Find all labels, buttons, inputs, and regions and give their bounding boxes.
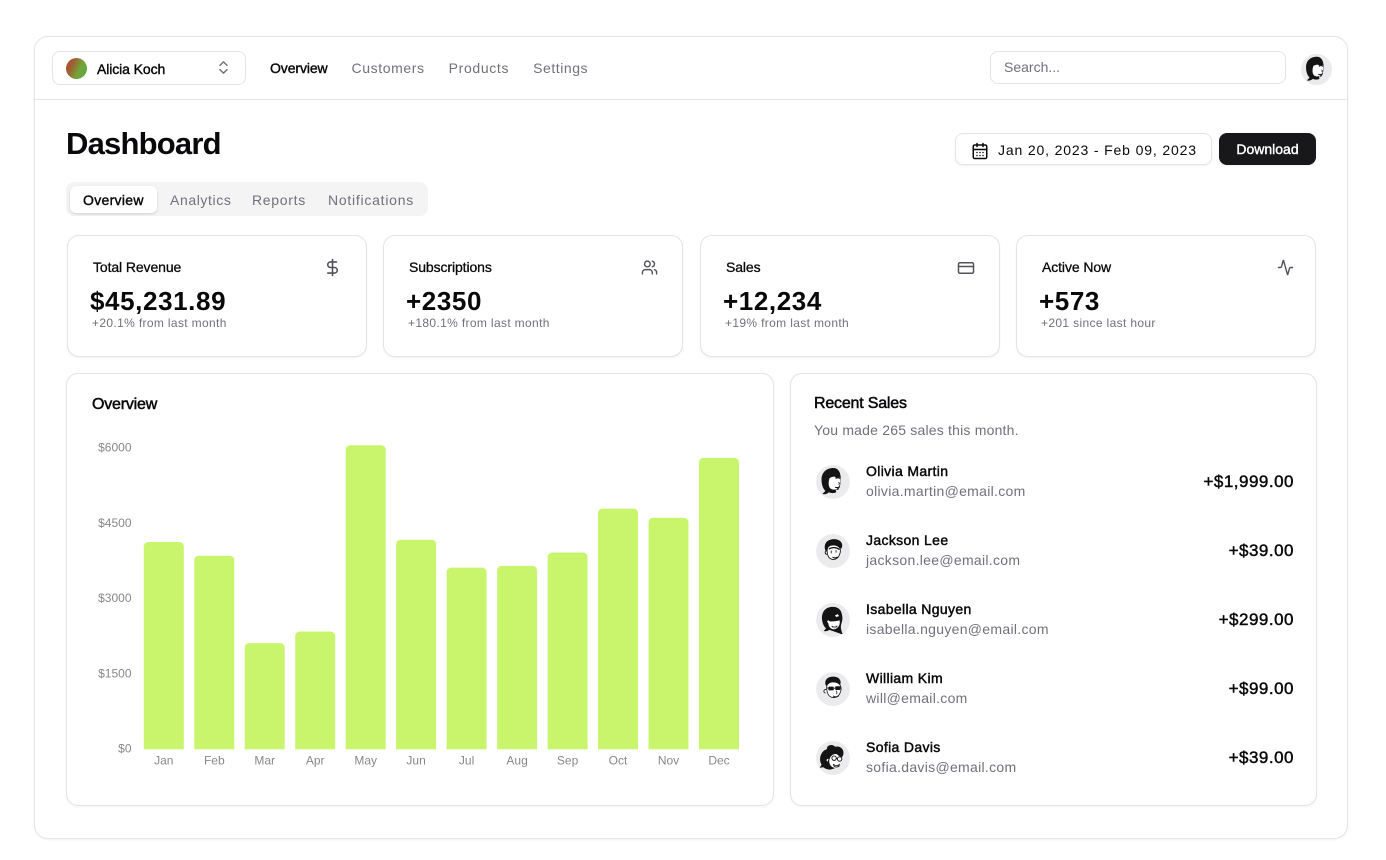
svg-text:Mar: Mar	[254, 753, 275, 767]
svg-text:$1500: $1500	[98, 667, 132, 681]
svg-text:Jun: Jun	[406, 753, 425, 767]
svg-text:$6000: $6000	[98, 441, 132, 455]
svg-text:Nov: Nov	[658, 753, 679, 767]
svg-text:$3000: $3000	[98, 591, 132, 605]
svg-text:Feb: Feb	[204, 753, 225, 767]
svg-text:$4500: $4500	[98, 516, 132, 530]
svg-text:Aug: Aug	[506, 753, 527, 767]
svg-text:Oct: Oct	[609, 753, 628, 767]
svg-text:Jan: Jan	[154, 753, 173, 767]
svg-text:Sep: Sep	[557, 753, 579, 767]
svg-text:May: May	[354, 753, 377, 767]
svg-text:Apr: Apr	[306, 753, 325, 767]
svg-text:Jul: Jul	[459, 753, 474, 767]
svg-text:Dec: Dec	[708, 753, 729, 767]
svg-text:$0: $0	[118, 742, 132, 756]
